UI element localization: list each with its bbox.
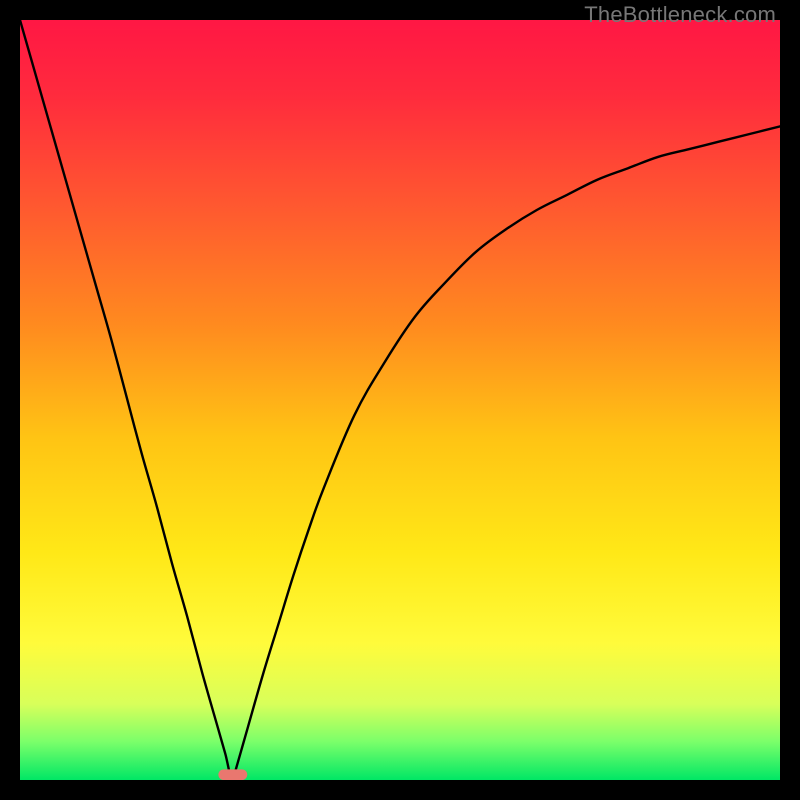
- min-marker: [218, 769, 247, 780]
- bottleneck-chart: [20, 20, 780, 780]
- gradient-background: [20, 20, 780, 780]
- plot-area: [20, 20, 780, 780]
- attribution-text: TheBottleneck.com: [584, 2, 776, 28]
